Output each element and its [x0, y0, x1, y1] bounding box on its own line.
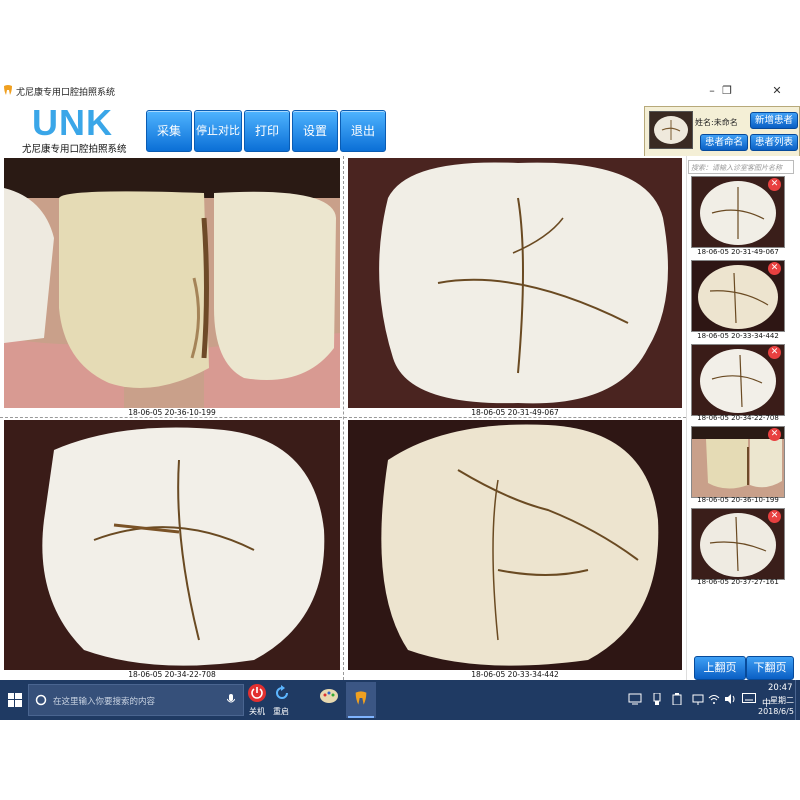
delete-icon[interactable]: ✕ [768, 510, 781, 523]
taskbar-search-input[interactable]: 在这里输入你要搜索的内容 [28, 684, 244, 716]
close-icon[interactable]: ✕ [770, 84, 784, 98]
next-page-button[interactable]: 下翻页 [746, 656, 794, 680]
patient-name: 姓名:未命名 [695, 118, 738, 127]
usb-icon[interactable] [652, 693, 662, 705]
image-caption: 18-06-05 20-36-10-199 [128, 408, 216, 417]
delete-icon[interactable]: ✕ [768, 178, 781, 191]
stop-compare-button[interactable]: 停止对比 [194, 110, 242, 152]
clock-weekday: 星期二 [770, 696, 794, 705]
image-caption: 18-06-05 20-33-34-442 [471, 670, 559, 679]
cortana-icon [35, 694, 47, 706]
tooth-app-icon [4, 85, 12, 95]
taskbar-search-placeholder: 在这里输入你要搜索的内容 [53, 697, 156, 707]
paint-app-icon[interactable] [318, 684, 340, 706]
capture-button[interactable]: 采集 [146, 110, 192, 152]
show-desktop-button[interactable] [795, 680, 800, 720]
windows-start-icon[interactable] [8, 693, 22, 707]
patient-list-button[interactable]: 患者列表 [750, 134, 798, 151]
minimize-icon[interactable]: – [705, 84, 719, 98]
title-bar: 尤尼康专用口腔拍照系统 – ❐ ✕ [0, 80, 800, 102]
exit-button[interactable]: 退出 [340, 110, 386, 152]
clock-date: 2018/6/5 [758, 707, 794, 716]
rename-patient-button[interactable]: 患者命名 [700, 134, 748, 151]
thumbnail-caption: 18-06-05 20-37-27-161 [697, 578, 779, 586]
intraoral-image[interactable] [4, 158, 340, 408]
image-caption: 18-06-05 20-34-22-708 [128, 670, 216, 679]
delete-icon[interactable]: ✕ [768, 262, 781, 275]
display-icon[interactable] [628, 693, 642, 705]
power-icon[interactable] [248, 684, 266, 702]
prev-page-button[interactable]: 上翻页 [694, 656, 746, 680]
thumbnail-caption: 18-06-05 20-33-34-442 [697, 332, 779, 340]
thumbnail-caption: 18-06-05 20-31-49-067 [697, 248, 779, 256]
thumbnail-caption: 18-06-05 20-36-10-199 [697, 496, 779, 504]
active-app-indicator [348, 716, 374, 718]
image-caption: 18-06-05 20-31-49-067 [471, 408, 559, 417]
intraoral-image[interactable] [348, 158, 682, 408]
wifi-icon[interactable] [708, 693, 720, 705]
thumbnail-caption: 18-06-05 20-34-22-708 [697, 414, 779, 422]
logo-mark: UNK [32, 102, 113, 143]
tooth-taskbar-icon[interactable] [346, 682, 376, 718]
clock-time[interactable]: 20:47 [768, 683, 793, 693]
settings-button[interactable]: 设置 [292, 110, 338, 152]
restart-label: 重启 [273, 707, 289, 716]
new-patient-button[interactable]: 新增患者 [750, 112, 798, 129]
restart-icon[interactable] [273, 684, 291, 702]
microphone-icon[interactable] [227, 694, 235, 706]
grid-divider [0, 417, 686, 418]
keyboard-icon[interactable] [742, 693, 756, 703]
intraoral-image[interactable] [348, 420, 682, 670]
restore-icon[interactable]: ❐ [720, 84, 734, 98]
print-button[interactable]: 打印 [244, 110, 290, 152]
volume-icon[interactable] [724, 693, 736, 705]
window-title: 尤尼康专用口腔拍照系统 [16, 88, 116, 98]
network-icon[interactable] [692, 693, 704, 705]
delete-icon[interactable]: ✕ [768, 346, 781, 359]
logo: UNK 尤尼康专用口腔拍照系统 [22, 102, 132, 156]
delete-icon[interactable]: ✕ [768, 428, 781, 441]
shutdown-label: 关机 [249, 707, 265, 716]
grid-divider [343, 156, 344, 680]
battery-icon[interactable] [672, 693, 682, 705]
logo-subtitle: 尤尼康专用口腔拍照系统 [22, 144, 127, 155]
image-search-input[interactable]: 搜索：请输入诊室客图片名称 [688, 160, 794, 174]
intraoral-image[interactable] [4, 420, 340, 670]
patient-thumbnail [649, 111, 693, 149]
